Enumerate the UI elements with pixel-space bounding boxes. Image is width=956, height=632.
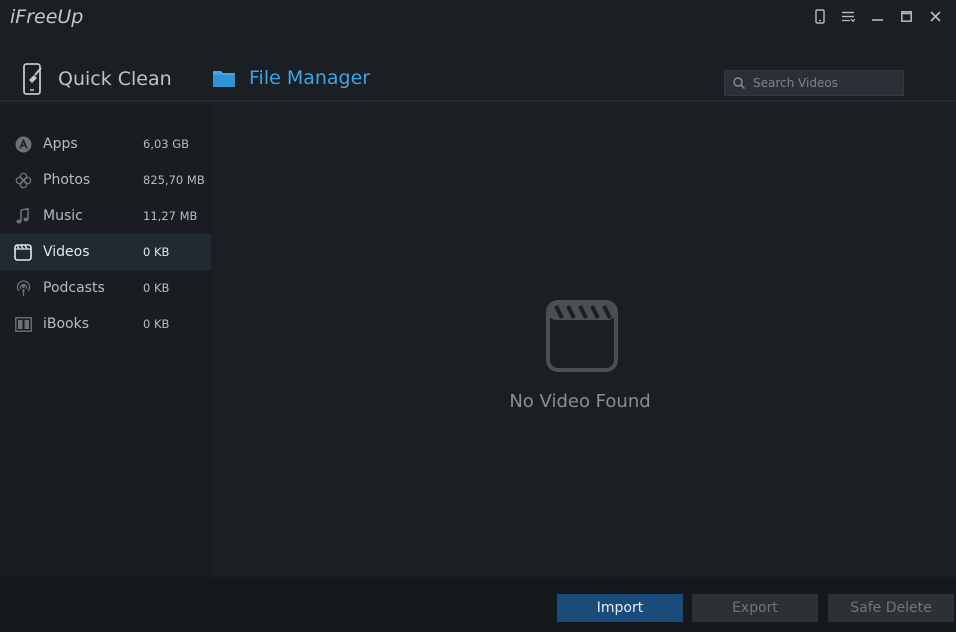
sidebar-item-music[interactable]: Music 11,27 MB (0, 198, 211, 234)
music-icon (14, 207, 32, 225)
safe-delete-button[interactable]: Safe Delete (828, 594, 954, 622)
sidebar-item-videos[interactable]: Videos 0 KB (0, 234, 211, 270)
sidebar-item-label: Podcasts (43, 280, 105, 296)
export-button[interactable]: Export (692, 594, 818, 622)
close-icon[interactable] (921, 6, 950, 26)
sidebar-item-size: 0 KB (143, 245, 170, 259)
sidebar-item-podcasts[interactable]: Podcasts 0 KB (0, 270, 211, 306)
footer-bar: Import Export Safe Delete (0, 577, 956, 632)
import-button[interactable]: Import (557, 594, 683, 622)
sidebar-item-label: iBooks (43, 316, 90, 332)
sidebar-item-size: 825,70 MB (143, 173, 205, 187)
menu-icon[interactable] (834, 6, 863, 26)
sidebar-item-ibooks[interactable]: iBooks 0 KB (0, 306, 211, 342)
phone-clean-icon (22, 62, 44, 96)
clapperboard-icon (546, 300, 618, 376)
search-input[interactable] (753, 76, 893, 90)
tab-file-manager[interactable]: File Manager (189, 56, 378, 102)
podcast-icon (14, 279, 32, 297)
tab-quick-clean[interactable]: Quick Clean (22, 56, 172, 102)
folder-icon (213, 69, 235, 87)
sidebar-item-size: 0 KB (143, 281, 170, 295)
minimize-icon[interactable] (863, 6, 892, 26)
sidebar-item-photos[interactable]: Photos 825,70 MB (0, 162, 211, 198)
device-icon[interactable] (805, 6, 834, 26)
main-content: No Video Found (212, 104, 956, 577)
ibooks-icon (14, 315, 32, 333)
search-icon (733, 77, 745, 89)
sidebar-item-size: 11,27 MB (143, 209, 198, 223)
title-bar: iFreeUp (0, 0, 956, 40)
sidebar-item-size: 6,03 GB (143, 137, 190, 151)
tabs-divider (0, 100, 956, 102)
maximize-icon[interactable] (892, 6, 921, 26)
sidebar: Apps 6,03 GB Photos 825,70 MB Music 11,2… (0, 104, 211, 577)
photos-icon (14, 171, 32, 189)
search-box (724, 70, 904, 96)
window-controls (805, 6, 950, 26)
sidebar-item-label: Photos (43, 172, 91, 188)
sidebar-item-label: Videos (43, 244, 90, 260)
video-icon (14, 243, 32, 261)
empty-state-message: No Video Found (509, 391, 651, 412)
apps-icon (14, 135, 32, 153)
sidebar-item-size: 0 KB (143, 317, 170, 331)
tab-quick-clean-label: Quick Clean (58, 68, 172, 90)
app-title: iFreeUp (10, 6, 84, 28)
tab-file-manager-label: File Manager (249, 67, 371, 89)
sidebar-item-label: Music (43, 208, 83, 224)
sidebar-item-label: Apps (43, 136, 78, 152)
sidebar-item-apps[interactable]: Apps 6,03 GB (0, 126, 211, 162)
